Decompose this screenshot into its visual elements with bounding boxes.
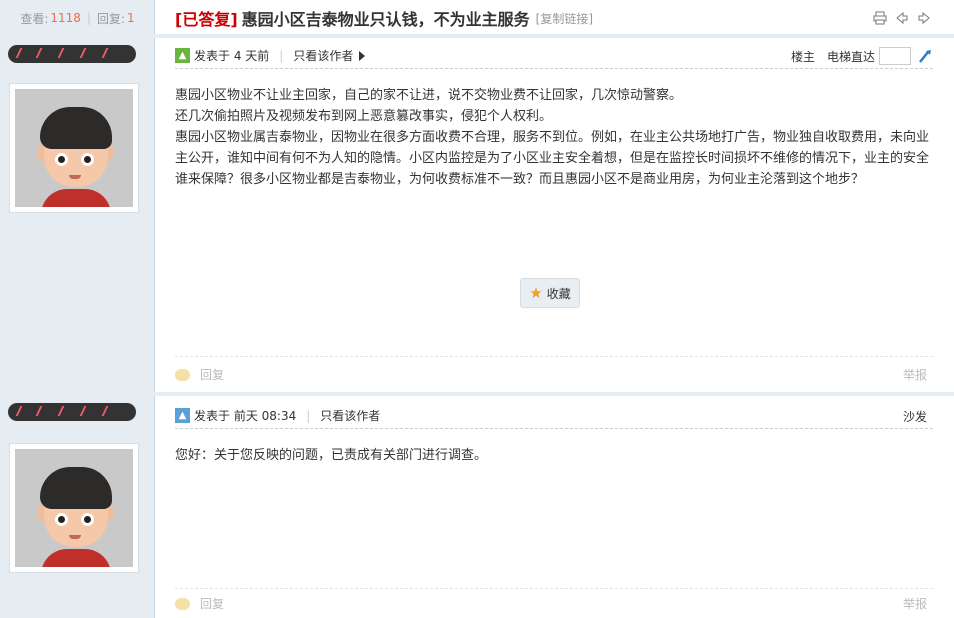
section-divider (0, 392, 954, 396)
views-count: 1118 (50, 11, 81, 25)
post-paragraph: 还几次偷拍照片及视频发布到网上恶意篡改事实，侵犯个人权利。 (175, 109, 553, 124)
triangle-right-icon[interactable] (359, 50, 366, 61)
post-paragraph: 您好：关于您反映的问题，已责成有关部门进行调查。 (175, 448, 488, 463)
header-icons (872, 10, 932, 26)
copy-link-button[interactable]: [复制链接] (536, 10, 593, 27)
reply-link[interactable]: 回复 (200, 366, 224, 383)
user-offline-icon: ▲ (175, 408, 190, 423)
jump-label: 电梯直达 (826, 49, 875, 64)
thread-header: 查看: 1118 | 回复: 1 [已答复] 惠园小区吉泰物业只认钱，不为业主服… (0, 0, 954, 36)
replies-label: 回复: (96, 11, 126, 26)
floor-label: 沙发 (902, 409, 927, 424)
favorite-label: 收藏 (546, 286, 571, 301)
post-paragraph: 惠园小区物业属吉泰物业，因物业在很多方面收费不合理，服务不到位。例如，在业主公共… (175, 130, 930, 187)
avatar-image (15, 449, 133, 567)
thread-title-area: [已答复] 惠园小区吉泰物业只认钱，不为业主服务 [复制链接] (175, 0, 593, 36)
views-label: 查看: (20, 11, 49, 26)
star-icon: ★ (529, 284, 543, 302)
report-link[interactable]: 举报 (903, 595, 927, 612)
replies-count: 1 (127, 11, 135, 25)
thread-stats: 查看: 1118 | 回复: 1 (0, 0, 155, 36)
floor-controls: 楼主 电梯直达 (791, 43, 933, 69)
thread-title[interactable]: 惠园小区吉泰物业只认钱，不为业主服务 (242, 6, 530, 30)
floor-controls: 沙发 (903, 403, 933, 429)
meta-divider: | (306, 408, 311, 423)
post-footer: 回复 举报 (175, 588, 933, 618)
next-thread-icon[interactable] (916, 10, 932, 26)
reply-link[interactable]: 回复 (200, 595, 224, 612)
section-divider (0, 34, 954, 38)
reply-bubble-icon (175, 597, 190, 610)
go-icon[interactable] (917, 48, 933, 64)
post-meta: ▲ 发表于 4 天前 | 只看该作者 楼主 电梯直达 (175, 43, 933, 69)
answered-status-tag: [已答复] (175, 10, 238, 29)
user-online-icon: ▲ (175, 48, 190, 63)
post-time: 发表于 4 天前 (194, 49, 270, 63)
floor-jump-input[interactable] (879, 47, 911, 65)
meta-divider: | (279, 48, 284, 63)
print-icon[interactable] (872, 10, 888, 26)
post-content: 惠园小区物业不让业主回家，自己的家不让进，说不交物业费不让回家，几次惊动警察。 … (175, 85, 935, 190)
post-footer: 回复 举报 (175, 356, 933, 392)
avatar[interactable] (9, 443, 139, 573)
stats-divider: | (86, 11, 91, 25)
report-link[interactable]: 举报 (903, 366, 927, 383)
only-author-link[interactable]: 只看该作者 (293, 47, 353, 64)
post-content: 您好：关于您反映的问题，已责成有关部门进行调查。 (175, 445, 935, 466)
prev-thread-icon[interactable] (894, 10, 910, 26)
avatar[interactable] (9, 83, 139, 213)
reply-bubble-icon (175, 368, 190, 381)
favorite-button[interactable]: ★ 收藏 (520, 278, 580, 308)
post-meta: ▲ 发表于 前天 08:34 | 只看该作者 沙发 (175, 403, 933, 429)
post-time: 发表于 前天 08:34 (194, 409, 297, 423)
only-author-link[interactable]: 只看该作者 (320, 407, 380, 424)
floor-label: 楼主 (790, 49, 815, 64)
username-masked[interactable] (8, 45, 136, 63)
username-masked[interactable] (8, 403, 136, 421)
avatar-image (15, 89, 133, 207)
post-paragraph: 惠园小区物业不让业主回家，自己的家不让进，说不交物业费不让回家，几次惊动警察。 (175, 88, 683, 103)
